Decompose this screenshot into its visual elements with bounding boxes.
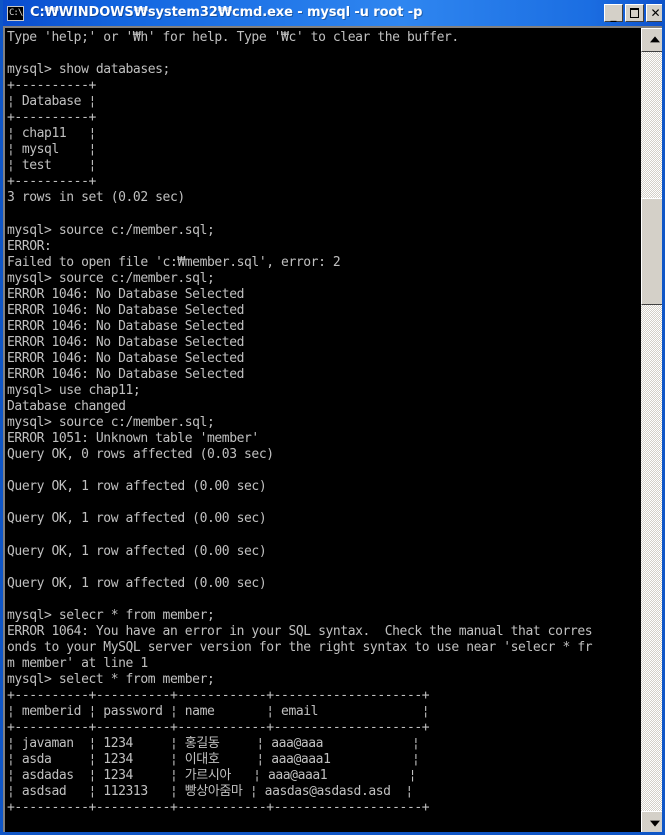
console-line: Query OK, 1 row affected (0.00 sec) <box>7 511 267 527</box>
console-line: ¦ mysql ¦ <box>7 142 96 158</box>
console-line: Failed to open file 'c:₩member.sql', err… <box>7 254 341 270</box>
cmd-icon-glyph: C:\ <box>9 7 23 18</box>
console-line: ¦ asda ¦ 1234 ¦ 이대호 ¦ aaa@aaa1 ¦ <box>7 752 420 768</box>
console-line: ERROR 1046: No Database Selected <box>7 366 245 382</box>
close-icon: ✕ <box>650 6 661 20</box>
console-line: mysql> source c:/member.sql; <box>7 270 215 286</box>
console-line: mysql> source c:/member.sql; <box>7 415 215 431</box>
console-line: +----------+ <box>7 78 96 94</box>
console-line: Query OK, 1 row affected (0.00 sec) <box>7 575 267 591</box>
console-line: ERROR 1046: No Database Selected <box>7 350 245 366</box>
cmd-window: C:\ C:₩WINDOWS₩system32₩cmd.exe - mysql … <box>0 0 665 835</box>
minimize-button[interactable]: _ <box>604 4 623 22</box>
window-controls: _ ✕ <box>604 4 662 22</box>
console-line: ERROR 1051: Unknown table 'member' <box>7 431 259 447</box>
console-line: ¦ Database ¦ <box>7 94 96 110</box>
chevron-down-icon <box>649 820 660 827</box>
console-line: mysql> select * from member; <box>7 671 215 687</box>
console-line: Query OK, 1 row affected (0.00 sec) <box>7 543 267 559</box>
console-line: m member' at line 1 <box>7 655 148 671</box>
console-line: ¦ memberid ¦ password ¦ name ¦ email ¦ <box>7 703 430 719</box>
console-line: Query OK, 0 rows affected (0.03 sec) <box>7 447 274 463</box>
console-line: +----------+----------+------------+----… <box>7 800 430 816</box>
cmd-console-icon[interactable]: C:\ <box>7 5 24 21</box>
vertical-scrollbar[interactable] <box>641 28 662 832</box>
console-line: ¦ asdadas ¦ 1234 ¦ 가르시아 ¦ aaa@aaa1 ¦ <box>7 768 417 784</box>
scroll-down-button[interactable] <box>641 811 662 832</box>
console-line: ERROR 1064: You have an error in your SQ… <box>7 623 593 639</box>
console-line: Type 'help;' or '₩h' for help. Type '₩c'… <box>7 30 459 45</box>
console-line: ERROR 1046: No Database Selected <box>7 302 245 318</box>
console-line: onds to your MySQL server version for th… <box>7 639 593 655</box>
console-line: ¦ asdsad ¦ 112313 ¦ 빵상아줌마 ¦ aasdas@asdas… <box>7 784 413 800</box>
console-line: ERROR: <box>7 238 52 254</box>
console-line: +----------+ <box>7 110 96 126</box>
maximize-button[interactable] <box>625 4 644 22</box>
window-titlebar[interactable]: C:\ C:₩WINDOWS₩system32₩cmd.exe - mysql … <box>3 0 662 26</box>
console-line: mysql> source c:/member.sql; <box>7 222 215 238</box>
console-line: ¦ chap11 ¦ <box>7 126 96 142</box>
scrollbar-track[interactable] <box>641 52 662 811</box>
console-output[interactable]: Type 'help;' or '₩h' for help. Type '₩c'… <box>5 28 639 832</box>
console-line: mysql> show databases; <box>7 62 170 78</box>
console-line: ERROR 1046: No Database Selected <box>7 286 245 302</box>
scroll-up-button[interactable] <box>641 28 662 52</box>
scrollbar-thumb[interactable] <box>641 198 662 305</box>
console-line: 3 rows in set (0.02 sec) <box>7 190 185 206</box>
window-title: C:₩WINDOWS₩system32₩cmd.exe - mysql -u r… <box>30 5 423 20</box>
console-line: mysql> selecr * from member; <box>7 607 215 623</box>
console-line: ERROR 1046: No Database Selected <box>7 334 245 350</box>
console-line: mysql> use chap11; <box>7 383 141 399</box>
console-line: ¦ test ¦ <box>7 158 96 174</box>
console-line: +----------+----------+------------+----… <box>7 720 430 736</box>
minimize-icon: _ <box>610 8 617 22</box>
maximize-icon <box>630 8 639 18</box>
console-line: Database changed <box>7 399 126 415</box>
console-client-area: Type 'help;' or '₩h' for help. Type '₩c'… <box>3 26 662 832</box>
console-line: ERROR 1046: No Database Selected <box>7 318 245 334</box>
close-button[interactable]: ✕ <box>646 4 662 22</box>
console-line: +----------+----------+------------+----… <box>7 687 430 703</box>
console-line: +----------+ <box>7 174 96 190</box>
chevron-up-icon <box>649 36 660 43</box>
console-line: ¦ javaman ¦ 1234 ¦ 홍길동 ¦ aaa@aaa ¦ <box>7 736 420 752</box>
console-line: Query OK, 1 row affected (0.00 sec) <box>7 479 267 495</box>
